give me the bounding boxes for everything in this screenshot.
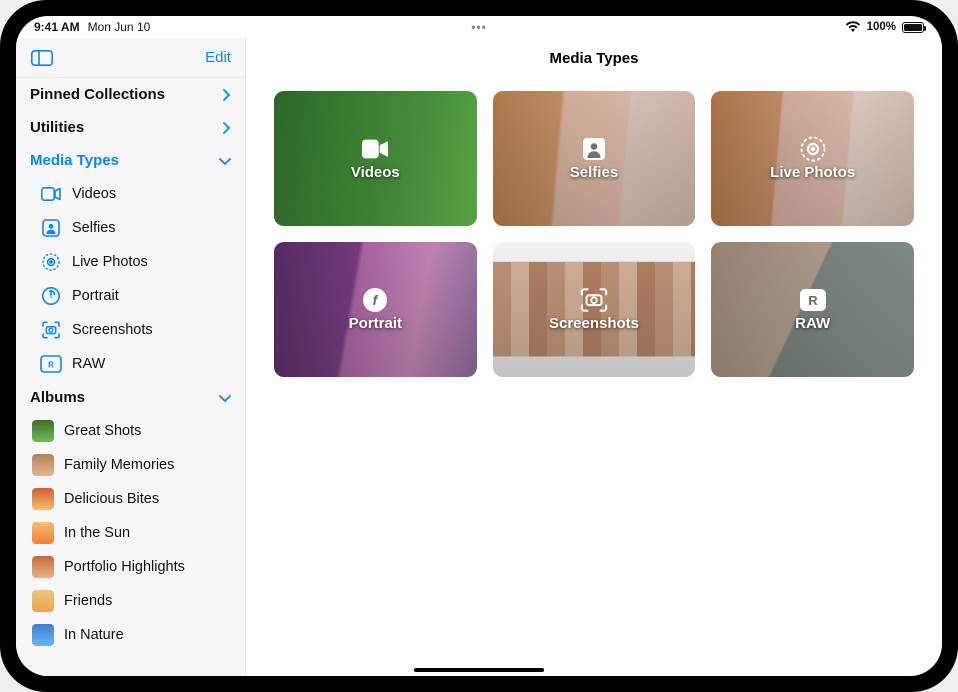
sidebar-item-videos[interactable]: Videos	[16, 177, 245, 211]
chevron-down-icon	[219, 156, 231, 166]
album-thumbnail	[32, 522, 54, 544]
chevron-right-icon	[221, 89, 231, 101]
chevron-right-icon	[221, 122, 231, 134]
card-label: RAW	[795, 315, 830, 332]
battery-icon	[902, 22, 924, 33]
main-panel: Media Types Videos	[246, 38, 942, 676]
sidebar-album-friends[interactable]: Friends	[16, 584, 245, 618]
live-photos-icon	[799, 136, 827, 162]
card-selfies[interactable]: Selfies	[493, 91, 696, 226]
battery-percent: 100%	[867, 21, 896, 33]
sidebar-section-utilities[interactable]: Utilities	[16, 111, 245, 144]
sidebar-album-in-the-sun[interactable]: In the Sun	[16, 516, 245, 550]
screen: 9:41 AM Mon Jun 10 ••• 100%	[16, 16, 942, 676]
album-thumbnail	[32, 420, 54, 442]
sidebar-album-in-nature[interactable]: In Nature	[16, 618, 245, 652]
svg-text:f: f	[50, 293, 53, 300]
card-raw[interactable]: R RAW	[711, 242, 914, 377]
selfie-icon	[580, 136, 608, 162]
sidebar-item-label: Family Memories	[64, 457, 174, 473]
section-label: Pinned Collections	[30, 86, 165, 103]
sidebar-item-screenshots[interactable]: Screenshots	[16, 313, 245, 347]
section-label: Albums	[30, 389, 85, 406]
sidebar-item-label: Portfolio Highlights	[64, 559, 185, 575]
status-date: Mon Jun 10	[88, 20, 151, 34]
sidebar-item-label: Selfies	[72, 220, 116, 236]
sidebar-album-family-memories[interactable]: Family Memories	[16, 448, 245, 482]
svg-text:R: R	[48, 360, 54, 369]
screenshot-icon	[580, 287, 608, 313]
wifi-icon	[845, 21, 861, 33]
selfie-icon	[40, 217, 62, 239]
card-label: Live Photos	[770, 164, 855, 181]
album-thumbnail	[32, 590, 54, 612]
screenshot-icon	[40, 319, 62, 341]
page-title: Media Types	[246, 38, 942, 73]
sidebar-item-label: In Nature	[64, 627, 124, 643]
sidebar-album-portfolio-highlights[interactable]: Portfolio Highlights	[16, 550, 245, 584]
sidebar-album-great-shots[interactable]: Great Shots	[16, 414, 245, 448]
sidebar-album-delicious-bites[interactable]: Delicious Bites	[16, 482, 245, 516]
card-videos[interactable]: Videos	[274, 91, 477, 226]
album-thumbnail	[32, 454, 54, 476]
portrait-icon: f	[40, 285, 62, 307]
sidebar-item-label: Videos	[72, 186, 116, 202]
sidebar-section-albums[interactable]: Albums	[16, 381, 245, 414]
card-screenshots[interactable]: Screenshots	[493, 242, 696, 377]
section-label: Utilities	[30, 119, 84, 136]
svg-text:R: R	[808, 293, 818, 308]
section-label: Media Types	[30, 152, 119, 169]
media-type-grid: Videos Selfies	[246, 73, 942, 395]
sidebar-item-live-photos[interactable]: Live Photos	[16, 245, 245, 279]
card-label: Screenshots	[549, 315, 639, 332]
sidebar-item-label: Delicious Bites	[64, 491, 159, 507]
video-icon	[40, 183, 62, 205]
live-photos-icon	[40, 251, 62, 273]
app-content: Edit Pinned Collections Utilities	[16, 38, 942, 676]
sidebar-toggle-icon[interactable]	[30, 49, 54, 67]
album-thumbnail	[32, 488, 54, 510]
sidebar-item-portrait[interactable]: f Portrait	[16, 279, 245, 313]
sidebar-item-label: Screenshots	[72, 322, 153, 338]
sidebar-toolbar: Edit	[16, 38, 245, 78]
sidebar-item-label: In the Sun	[64, 525, 130, 541]
ipad-frame: 9:41 AM Mon Jun 10 ••• 100%	[0, 0, 958, 692]
sidebar-item-label: Great Shots	[64, 423, 141, 439]
sidebar-section-media-types[interactable]: Media Types	[16, 144, 245, 177]
sidebar: Edit Pinned Collections Utilities	[16, 38, 246, 676]
home-indicator[interactable]	[414, 668, 544, 672]
portrait-icon: f	[361, 287, 389, 313]
sidebar-section-pinned[interactable]: Pinned Collections	[16, 78, 245, 111]
status-time: 9:41 AM	[34, 20, 80, 34]
sidebar-item-selfies[interactable]: Selfies	[16, 211, 245, 245]
raw-icon: R	[799, 287, 827, 313]
card-live-photos[interactable]: Live Photos	[711, 91, 914, 226]
card-label: Portrait	[349, 315, 402, 332]
raw-icon: R	[40, 353, 62, 375]
album-thumbnail	[32, 556, 54, 578]
card-label: Videos	[351, 164, 400, 181]
sidebar-item-label: Portrait	[72, 288, 119, 304]
video-icon	[361, 136, 389, 162]
chevron-down-icon	[219, 393, 231, 403]
status-bar: 9:41 AM Mon Jun 10 ••• 100%	[16, 16, 942, 38]
sidebar-item-label: RAW	[72, 356, 105, 372]
album-thumbnail	[32, 624, 54, 646]
card-label: Selfies	[570, 164, 618, 181]
sidebar-scroll[interactable]: Pinned Collections Utilities	[16, 78, 245, 676]
sidebar-item-label: Live Photos	[72, 254, 148, 270]
sidebar-item-label: Friends	[64, 593, 112, 609]
edit-button[interactable]: Edit	[205, 49, 231, 66]
sidebar-item-raw[interactable]: R RAW	[16, 347, 245, 381]
card-portrait[interactable]: f Portrait	[274, 242, 477, 377]
multitask-dots-icon[interactable]: •••	[471, 20, 487, 34]
